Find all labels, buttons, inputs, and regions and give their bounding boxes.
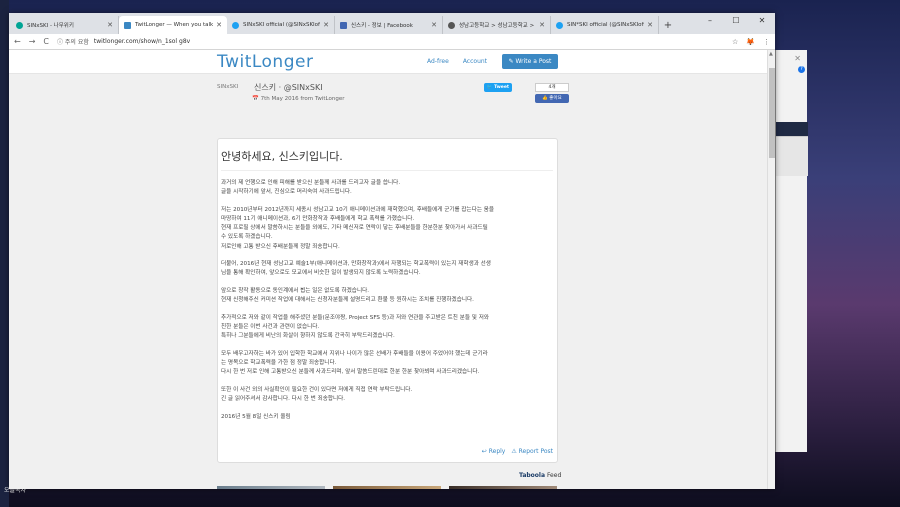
maximize-button[interactable]: ☐ <box>723 13 749 28</box>
tab-label: 신스키 - 정보 | Facebook <box>351 23 413 29</box>
post-paragraph: 또한 이 사건 외의 사실확인이 필요한 건이 있다면 저에게 직접 연락 부탁… <box>221 386 413 402</box>
taboola-brand: Taboola <box>519 472 546 479</box>
tab-twitlonger[interactable]: TwitLonger — When you talk t ✕ <box>119 16 227 34</box>
back-icon[interactable]: ← <box>14 37 21 46</box>
browser-window: SINxSKI - 나무위키 ✕ TwitLonger — When you t… <box>9 13 775 489</box>
author-name[interactable]: 신스키 · @SINxSKI <box>254 82 323 93</box>
favicon-icon <box>124 21 131 29</box>
reply-link[interactable]: ↩ Reply <box>482 448 506 455</box>
browser-toolbar: ← → C ⓘ 주의 요함 twitlonger.com/show/n_1sol… <box>9 34 775 50</box>
tab-close-icon[interactable]: ✕ <box>539 21 545 29</box>
tab-label: SIN*SKI official (@SINxSKIoffic <box>567 22 645 28</box>
post-paragraph: 과거의 제 언행으로 인해 피해를 받으신 분들께 사과를 드리고자 글을 씁니… <box>221 180 401 196</box>
facebook-like-button[interactable]: 👍 좋아요 <box>535 94 569 103</box>
nav-ad-free[interactable]: Ad-free <box>427 58 449 65</box>
author-block: SINxSKI 신스키 · @SINxSKI 📅 7th May 2016 fr… <box>217 81 569 111</box>
post-paragraph: 모두 배우고자하는 바가 있어 입학한 학교에서 지위나 나이가 많은 선배가 … <box>221 350 488 376</box>
tweet-button[interactable]: 🐦 Tweet <box>484 83 512 92</box>
tab-school[interactable]: 성남고등학교 > 성남고등학교 > ✕ <box>443 16 551 34</box>
post-paragraph: 저는 2010년부터 2012년까지 세종시 성남고교 10기 애니메이션과에 … <box>221 206 495 250</box>
tab-close-icon[interactable]: ✕ <box>431 21 437 29</box>
tab-close-icon[interactable]: ✕ <box>216 21 222 29</box>
post-paragraph: 더불어, 2016년 현재 성남고교 예술1부(애니메이션과, 만화창작과)에서… <box>221 261 491 277</box>
post-title: 안녕하세요, 신스키입니다. <box>221 148 553 171</box>
post-paragraph: 앞으로 창작 활동으로 동인계에서 뵙는 일은 없도록 하겠습니다. 현재 신청… <box>221 288 474 304</box>
tab-close-icon[interactable]: ✕ <box>107 21 113 29</box>
blocked-icon <box>448 21 455 29</box>
security-indicator[interactable]: ⓘ 주의 요함 <box>57 37 89 46</box>
tab-twitter-2[interactable]: SIN*SKI official (@SINxSKIoffic ✕ <box>551 16 659 34</box>
twitter-bird-icon <box>232 21 239 29</box>
twitlonger-logo[interactable]: TwitLonger <box>217 52 313 72</box>
tab-label: SINxSKI official (@SINxSKIoffic <box>243 22 321 28</box>
thumbnail[interactable] <box>217 486 325 489</box>
background-window: ✕ ? <box>775 50 808 452</box>
tab-label: 성남고등학교 > 성남고등학교 > <box>459 23 535 29</box>
thumbnail[interactable] <box>333 486 441 489</box>
tab-namuwiki[interactable]: SINxSKI - 나무위키 ✕ <box>11 16 119 34</box>
taboola-feed: Feed <box>546 472 562 479</box>
taboola-feed-label[interactable]: Taboola Feed <box>519 472 561 479</box>
background-window-header <box>776 122 808 136</box>
post-date: 📅 7th May 2016 from TwitLonger <box>252 96 345 102</box>
twitter-bird-icon <box>556 21 563 29</box>
tab-label: TwitLonger — When you talk t <box>135 22 214 28</box>
post-card: 안녕하세요, 신스키입니다. 과거의 제 언행으로 인해 피해를 받으신 분들께… <box>217 138 558 463</box>
site-nav: Ad-free Account <box>427 58 487 65</box>
toolbar-actions: ☆ 🦊 ⋮ <box>732 38 770 46</box>
address-bar[interactable]: ⓘ 주의 요함 twitlonger.com/show/n_1sol g8v <box>57 37 732 46</box>
write-post-button[interactable]: ✎ Write a Post <box>502 54 558 69</box>
site-header: TwitLonger Ad-free Account ✎ Write a Pos… <box>9 50 775 74</box>
menu-icon[interactable]: ⋮ <box>763 38 770 46</box>
tab-close-icon[interactable]: ✕ <box>647 21 653 29</box>
scroll-up-icon[interactable]: ▲ <box>769 51 773 57</box>
background-window-panel <box>776 136 808 176</box>
like-count: 4개 <box>535 83 569 92</box>
tab-bar: SINxSKI - 나무위키 ✕ TwitLonger — When you t… <box>9 13 775 34</box>
facebook-icon <box>340 21 347 29</box>
post-signature: 2016년 5월 8일 신스키 올림 <box>221 413 291 420</box>
tab-label: SINxSKI - 나무위키 <box>27 23 74 29</box>
nav-account[interactable]: Account <box>463 58 487 65</box>
thumbnail[interactable] <box>449 486 557 489</box>
post-actions: ↩ Reply ⚠ Report Post <box>482 448 553 455</box>
reload-icon[interactable]: C <box>43 37 49 46</box>
close-icon[interactable]: ✕ <box>794 54 801 63</box>
bookmark-star-icon[interactable]: ☆ <box>732 38 738 46</box>
new-tab-button[interactable]: + <box>662 16 674 34</box>
recommended-thumbnails <box>217 486 557 489</box>
facebook-like-widget: 4개 👍 좋아요 <box>535 83 569 104</box>
desktop-strip <box>0 0 9 507</box>
tab-close-icon[interactable]: ✕ <box>323 21 329 29</box>
help-icon[interactable]: ? <box>798 66 805 73</box>
page-viewport: TwitLonger Ad-free Account ✎ Write a Pos… <box>9 50 775 489</box>
tab-twitter-1[interactable]: SINxSKI official (@SINxSKIoffic ✕ <box>227 16 335 34</box>
avatar[interactable]: SINxSKI <box>217 84 238 90</box>
favicon-icon <box>16 21 23 29</box>
window-controls: – ☐ ✕ <box>697 13 775 28</box>
report-post-link[interactable]: ⚠ Report Post <box>511 448 553 455</box>
extension-icon[interactable]: 🦊 <box>746 38 755 46</box>
page-scrollbar[interactable]: ▲ <box>767 50 775 489</box>
forward-icon[interactable]: → <box>29 37 36 46</box>
post-paragraph: 추가적으로 저와 같이 작업을 해주셨던 분들(문조야짱, Project SF… <box>221 314 490 340</box>
scrollbar-thumb[interactable] <box>769 68 775 158</box>
close-button[interactable]: ✕ <box>749 13 775 28</box>
tab-facebook[interactable]: 신스키 - 정보 | Facebook ✕ <box>335 16 443 34</box>
url-text[interactable]: twitlonger.com/show/n_1sol g8v <box>94 38 190 45</box>
minimize-button[interactable]: – <box>697 13 723 28</box>
